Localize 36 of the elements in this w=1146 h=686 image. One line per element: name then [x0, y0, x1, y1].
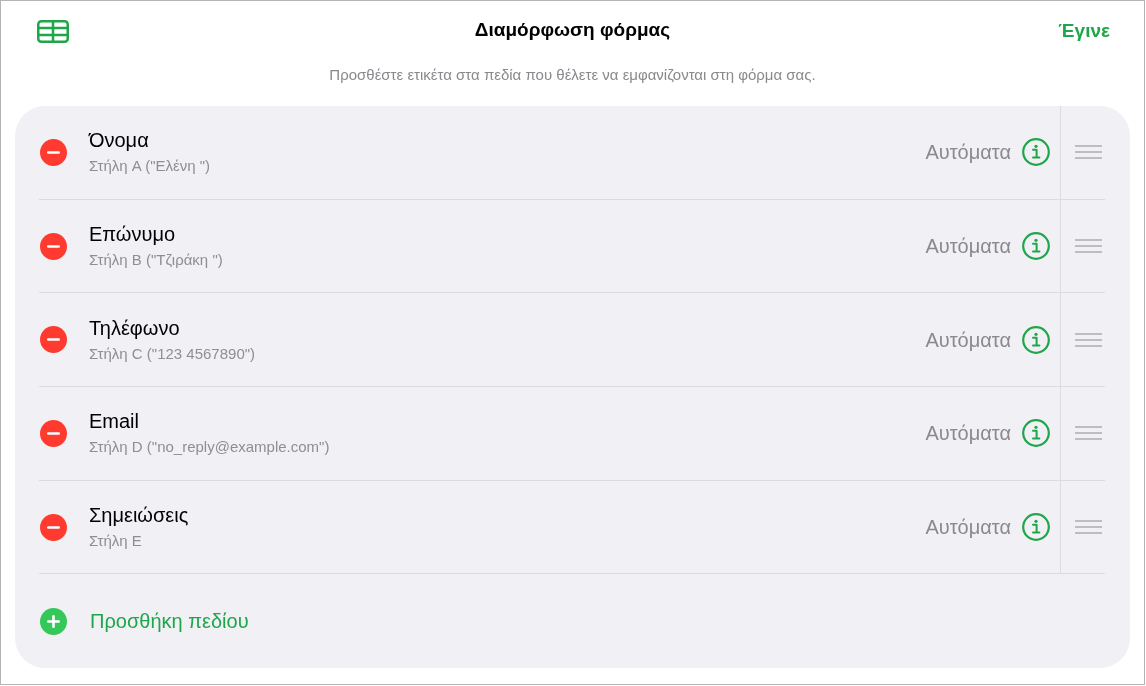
info-icon[interactable] — [1022, 232, 1050, 260]
field-column-source: Στήλη B ("Τζιράκη ") — [89, 251, 223, 269]
field-format: Αυτόματα — [925, 327, 1011, 352]
info-icon[interactable] — [1022, 138, 1050, 167]
sheet-title: Διαμόρφωση φόρμας — [474, 18, 671, 42]
field-format: Αυτόματα — [925, 234, 1011, 258]
drag-handle-icon[interactable] — [1075, 332, 1102, 347]
field-name: Τηλέφωνο — [89, 315, 180, 340]
done-button[interactable]: Έγινε — [1058, 18, 1110, 43]
info-icon[interactable] — [1022, 325, 1050, 354]
drag-handle-icon[interactable] — [1075, 145, 1102, 160]
field-name: Email — [89, 409, 139, 434]
table-icon[interactable] — [37, 19, 69, 43]
field-column-source: Στήλη D ("no_reply@example.com") — [89, 438, 330, 457]
minus-circle-icon[interactable] — [40, 513, 67, 541]
minus-circle-icon[interactable] — [40, 232, 67, 260]
info-icon[interactable] — [1022, 419, 1050, 448]
info-icon[interactable] — [1022, 513, 1050, 541]
field-name: Σημειώσεις — [89, 503, 189, 527]
minus-circle-icon[interactable] — [40, 138, 67, 166]
plus-circle-icon — [40, 607, 67, 635]
drag-handle-icon[interactable] — [1075, 520, 1102, 534]
minus-circle-icon[interactable] — [40, 419, 67, 447]
drag-handle-icon[interactable] — [1075, 239, 1102, 253]
drag-handle-icon[interactable] — [1075, 426, 1102, 441]
add-field-button[interactable]: Προσθήκη πεδίου — [40, 607, 249, 635]
field-column-source: Στήλη A ("Ελένη ") — [89, 157, 211, 176]
field-format: Αυτόματα — [925, 515, 1011, 539]
field-name: Όνομα — [89, 128, 149, 153]
field-format: Αυτόματα — [925, 140, 1011, 165]
minus-circle-icon[interactable] — [40, 326, 67, 354]
field-column-source: Στήλη E — [89, 532, 142, 550]
instruction-text: Προσθέστε ετικέτα στα πεδία που θέλετε να εμφανίζονται στη φόρμα σας. — [329, 65, 816, 85]
field-name: Επώνυμο — [89, 222, 176, 246]
field-format: Αυτόματα — [925, 421, 1011, 446]
field-column-source: Στήλη C ("123 4567890") — [89, 344, 256, 363]
